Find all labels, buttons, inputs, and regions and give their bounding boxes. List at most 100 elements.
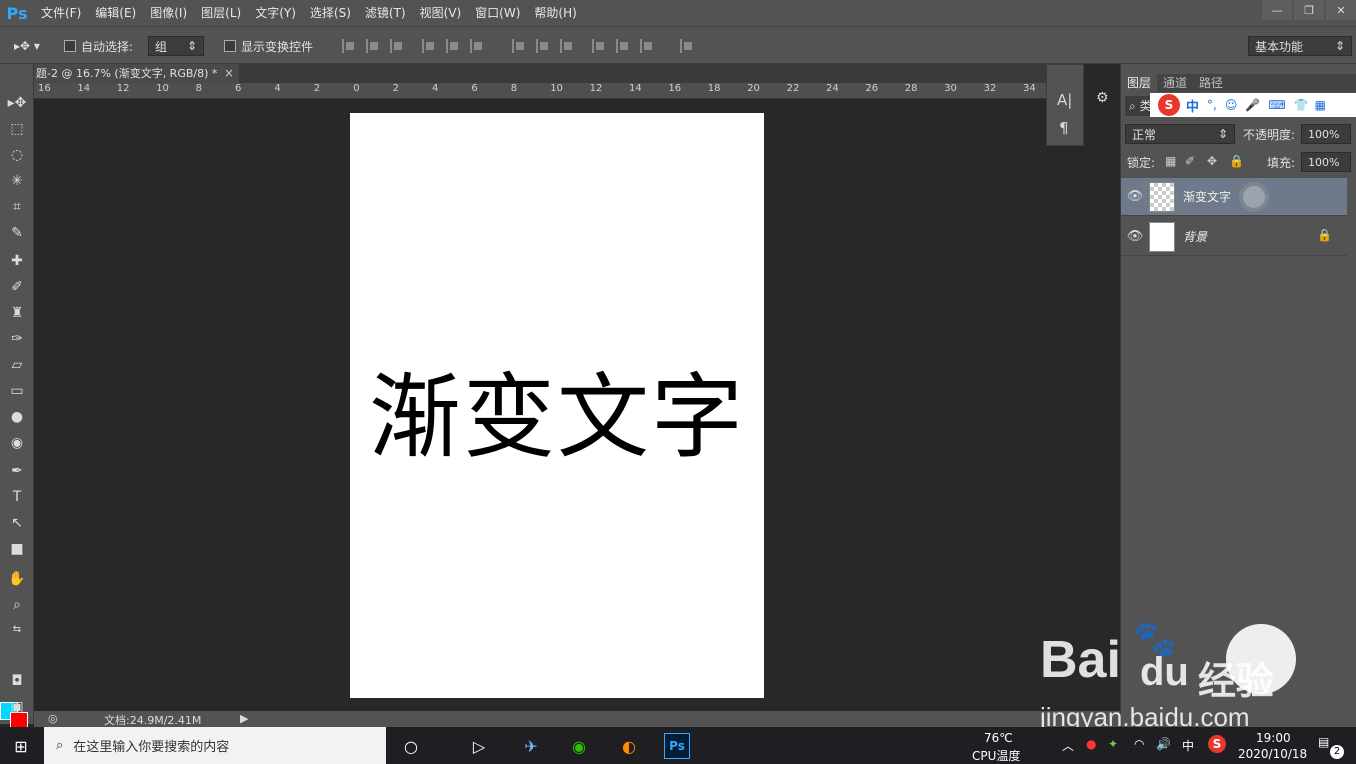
fill-input[interactable]: 100% (1301, 152, 1351, 172)
crop-tool-icon[interactable]: ⌗ (4, 196, 30, 218)
magic-wand-tool-icon[interactable]: ✳ (4, 170, 30, 192)
layer-row-background[interactable]: 👁 背景 🔒 (1121, 218, 1347, 256)
menu-select[interactable]: 选择(S) (303, 0, 358, 26)
character-panel-icon[interactable]: A| (1057, 91, 1072, 109)
gradient-tool-icon[interactable]: ▭ (4, 380, 30, 402)
ime-lang[interactable]: 中 (1186, 96, 1199, 115)
auto-select-checkbox[interactable]: 自动选择: (64, 37, 133, 55)
layer-row-gradient-text[interactable]: 👁 渐变文字 (1121, 178, 1347, 216)
hand-tool-icon[interactable]: ✋ (4, 568, 30, 590)
path-select-tool-icon[interactable]: ↖ (4, 512, 30, 534)
menu-window[interactable]: 窗口(W) (468, 0, 527, 26)
restore-button[interactable]: ❐ (1294, 0, 1324, 20)
menu-view[interactable]: 视图(V) (413, 0, 469, 26)
distribute-bottom-icon[interactable] (560, 39, 574, 53)
align-top-icon[interactable] (342, 39, 356, 53)
eyedropper-tool-icon[interactable]: ✎ (4, 222, 30, 244)
tray-app-icon[interactable]: ● (1086, 737, 1096, 751)
photoshop-taskbar-icon[interactable]: Ps (664, 733, 690, 759)
align-vcenter-icon[interactable] (366, 39, 380, 53)
lock-paint-icon[interactable]: ✐ (1185, 154, 1195, 168)
document-canvas[interactable]: 渐变文字 (350, 113, 764, 698)
lock-transparent-icon[interactable]: ▦ (1165, 154, 1176, 168)
volume-icon[interactable]: 🔊 (1156, 737, 1171, 751)
visibility-eye-icon[interactable]: 👁 (1121, 189, 1149, 204)
stamp-tool-icon[interactable]: ♜ (4, 302, 30, 324)
tab-channels[interactable]: 通道 (1157, 74, 1193, 92)
firefox-icon[interactable]: ◐ (616, 733, 642, 759)
zoom-tool-icon[interactable]: ⌕ (4, 594, 30, 616)
show-transform-checkbox[interactable]: 显示变换控件 (224, 37, 313, 55)
lock-all-icon[interactable]: 🔒 (1229, 154, 1244, 168)
lock-position-icon[interactable]: ✥ (1207, 154, 1217, 168)
status-menu-arrow-icon[interactable]: ▶ (240, 712, 248, 725)
tray-ime-lang[interactable]: 中 (1182, 737, 1194, 754)
toolbox-icon[interactable]: ▦ (1315, 98, 1326, 112)
punctuation-icon[interactable]: °, (1207, 98, 1217, 112)
skin-icon[interactable]: 👕 (1294, 98, 1309, 112)
blur-tool-icon[interactable]: ● (4, 406, 30, 428)
paragraph-panel-icon[interactable]: ¶ (1059, 119, 1069, 137)
tray-app-icon-2[interactable]: ✦ (1108, 737, 1118, 751)
menu-image[interactable]: 图像(I) (143, 0, 194, 26)
align-left-icon[interactable] (422, 39, 436, 53)
screen-mode-icon[interactable]: ▣ (4, 696, 30, 718)
distribute-vcenter-icon[interactable] (536, 39, 550, 53)
auto-select-dropdown[interactable]: 组 ⇕ (148, 36, 204, 56)
swap-colors-icon[interactable]: ⇆ (4, 618, 30, 640)
move-tool-icon[interactable]: ▸✥ (4, 92, 30, 114)
keyboard-icon[interactable]: ⌨ (1268, 98, 1285, 112)
eraser-tool-icon[interactable]: ▱ (4, 354, 30, 376)
checkbox-box[interactable] (224, 40, 236, 52)
dodge-tool-icon[interactable]: ◉ (4, 432, 30, 454)
close-window-button[interactable]: ✕ (1326, 0, 1356, 20)
opacity-input[interactable]: 100% (1301, 124, 1351, 144)
wifi-icon[interactable]: ◠ (1134, 737, 1144, 751)
lasso-tool-icon[interactable]: ◌ (4, 144, 30, 166)
type-tool-icon[interactable]: T (4, 486, 30, 508)
menu-help[interactable]: 帮助(H) (527, 0, 583, 26)
history-brush-tool-icon[interactable]: ✑ (4, 328, 30, 350)
checkbox-box[interactable] (64, 40, 76, 52)
menu-file[interactable]: 文件(F) (34, 0, 88, 26)
wechat-icon[interactable]: ◉ (566, 733, 592, 759)
app-icon-1[interactable]: ▷ (466, 733, 492, 759)
menu-layer[interactable]: 图层(L) (194, 0, 248, 26)
menu-edit[interactable]: 编辑(E) (88, 0, 143, 26)
tab-layers[interactable]: 图层 (1121, 74, 1158, 92)
tab-paths[interactable]: 路径 (1193, 74, 1229, 92)
cortana-icon[interactable]: ○ (398, 733, 424, 759)
distribute-left-icon[interactable] (592, 39, 606, 53)
windows-start-icon[interactable]: ⊞ (8, 733, 34, 759)
healing-brush-tool-icon[interactable]: ✚ (4, 250, 30, 272)
pen-tool-icon[interactable]: ✒ (4, 460, 30, 482)
microphone-icon[interactable]: 🎤 (1245, 98, 1260, 112)
brush-tool-icon[interactable]: ✐ (4, 276, 30, 298)
taskbar-search[interactable]: ⌕ 在这里输入你要搜索的内容 (44, 727, 386, 764)
move-tool-preset[interactable]: ▸✥ ▾ (14, 37, 40, 55)
feishu-icon[interactable]: ✈ (518, 733, 544, 759)
auto-align-icon[interactable] (680, 39, 694, 53)
zoom-icon[interactable]: ◎ (48, 712, 58, 725)
quick-mask-icon[interactable]: ◘ (4, 670, 30, 692)
emoji-icon[interactable]: ☺ (1225, 98, 1238, 112)
visibility-eye-icon[interactable]: 👁 (1121, 229, 1149, 244)
align-bottom-icon[interactable] (390, 39, 404, 53)
menu-type[interactable]: 文字(Y) (248, 0, 303, 26)
document-tab[interactable]: 题-2 @ 16.7% (渐变文字, RGB/8) * (34, 64, 239, 83)
sogou-logo-icon[interactable]: S (1158, 94, 1180, 116)
menu-filter[interactable]: 滤镜(T) (358, 0, 413, 26)
align-hcenter-icon[interactable] (446, 39, 460, 53)
distribute-top-icon[interactable] (512, 39, 526, 53)
distribute-hcenter-icon[interactable] (616, 39, 630, 53)
blend-mode-dropdown[interactable]: 正常 ⇕ (1125, 124, 1235, 144)
tray-expand-icon[interactable]: ︿ (1062, 737, 1074, 754)
panel-toggle-icon[interactable]: ⚙ (1096, 90, 1109, 106)
sogou-tray-icon[interactable]: S (1208, 735, 1226, 753)
shape-tool-icon[interactable]: ■ (4, 538, 30, 560)
minimize-button[interactable]: — (1262, 0, 1292, 20)
workspace-dropdown[interactable]: 基本功能 ⇕ (1248, 36, 1352, 56)
marquee-tool-icon[interactable]: ⬚ (4, 118, 30, 140)
distribute-right-icon[interactable] (640, 39, 654, 53)
close-tab-icon[interactable]: × (224, 64, 234, 83)
